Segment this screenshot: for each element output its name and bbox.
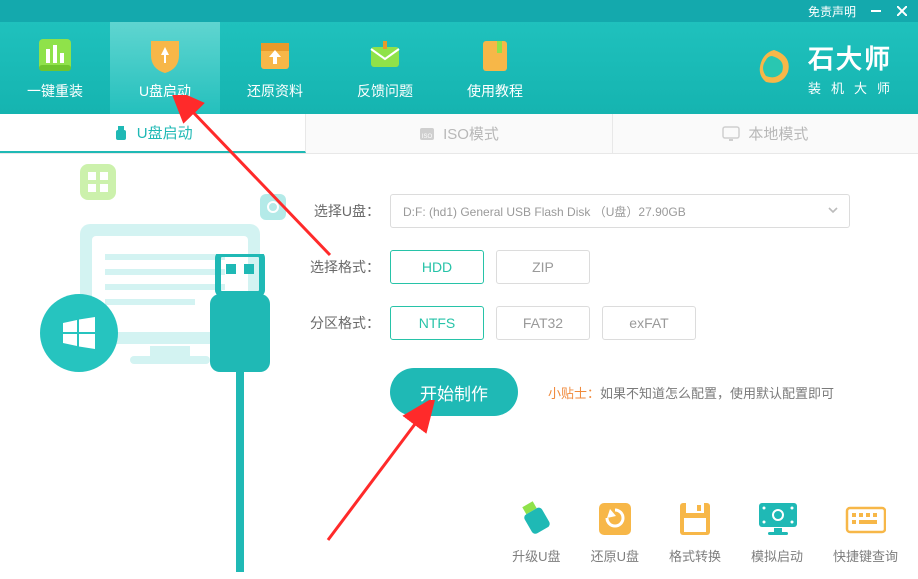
tool-restore-usb[interactable]: 还原U盘 [591,500,639,565]
shield-usb-icon [145,35,185,75]
usb-tilt-icon [515,500,557,538]
iso-icon: ISO [419,126,435,142]
windows-circle-icon [40,294,118,372]
nav-label: 一键重装 [27,81,83,101]
subtab-local-mode[interactable]: 本地模式 [613,114,918,153]
minimize-button[interactable] [870,5,882,17]
nav-feedback[interactable]: 反馈问题 [330,22,440,114]
chevron-down-icon [827,204,839,219]
close-icon [897,6,907,16]
filesystem-label: 分区格式： [310,313,380,333]
subtab-label: U盘启动 [137,122,193,143]
brand-subtitle: 装机大师 [808,78,900,97]
monitor-play-icon [756,500,798,538]
subtab-usb-boot[interactable]: U盘启动 [0,114,306,153]
fs-option-ntfs[interactable]: NTFS [390,306,484,340]
start-create-button[interactable]: 开始制作 [390,368,518,416]
tool-label: 还原U盘 [591,546,639,565]
brand: 石大师 装机大师 [752,22,918,114]
minimize-icon [871,6,881,16]
usb-icon [113,125,129,141]
usb-select[interactable]: D:F: (hd1) General USB Flash Disk （U盘）27… [390,194,850,228]
sub-tabs: U盘启动 ISO ISO模式 本地模式 [0,114,918,154]
tool-label: 升级U盘 [512,546,560,565]
book-icon [475,35,515,75]
tool-label: 格式转换 [669,546,721,565]
nav-label: 使用教程 [467,81,523,101]
format-option-hdd[interactable]: HDD [390,250,484,284]
tool-label: 快捷键查询 [833,546,898,565]
nav-restore-data[interactable]: 还原资料 [220,22,330,114]
format-option-zip[interactable]: ZIP [496,250,590,284]
illustration-panel [0,154,300,579]
refresh-box-icon [594,500,636,538]
tool-label: 模拟启动 [751,546,803,565]
bar-chart-icon [35,35,75,75]
nav-one-click-reinstall[interactable]: 一键重装 [0,22,110,114]
keyboard-icon [844,500,886,538]
tool-format-convert[interactable]: 格式转换 [669,500,721,565]
svg-text:ISO: ISO [422,134,433,140]
upload-box-icon [255,35,295,75]
nav-label: 反馈问题 [357,81,413,101]
close-button[interactable] [896,5,908,17]
tool-shortcut-query[interactable]: 快捷键查询 [833,500,898,565]
disclaimer-link[interactable]: 免责声明 [808,3,856,20]
usb-select-value: D:F: (hd1) General USB Flash Disk （U盘）27… [403,203,686,220]
format-type-label: 选择格式： [310,257,380,277]
tip-body: 如果不知道怎么配置，使用默认配置即可 [600,386,834,401]
tip-text: 小贴士：如果不知道怎么配置，使用默认配置即可 [548,383,834,402]
nav-tutorial[interactable]: 使用教程 [440,22,550,114]
main-nav: 一键重装 U盘启动 还原资料 反馈问题 使用教程 石大师 装机大师 [0,22,918,114]
select-usb-label: 选择U盘： [310,201,380,221]
tip-label: 小贴士： [548,386,600,401]
floppy-icon [674,500,716,538]
nav-label: 还原资料 [247,81,303,101]
subtab-label: 本地模式 [748,123,808,144]
fs-option-fat32[interactable]: FAT32 [496,306,590,340]
tool-simulate-boot[interactable]: 模拟启动 [751,500,803,565]
brand-title: 石大师 [808,39,892,76]
monitor-icon [722,126,740,142]
fs-option-exfat[interactable]: exFAT [602,306,696,340]
usb-plug-illustration-icon [200,254,280,574]
subtab-iso-mode[interactable]: ISO ISO模式 [306,114,612,153]
subtab-label: ISO模式 [443,123,499,144]
nav-usb-boot[interactable]: U盘启动 [110,22,220,114]
brand-logo-icon [752,46,796,90]
tool-upgrade-usb[interactable]: 升级U盘 [512,500,560,565]
envelope-icon [365,35,405,75]
windows-badge-icon [80,164,116,200]
nav-label: U盘启动 [139,81,191,101]
